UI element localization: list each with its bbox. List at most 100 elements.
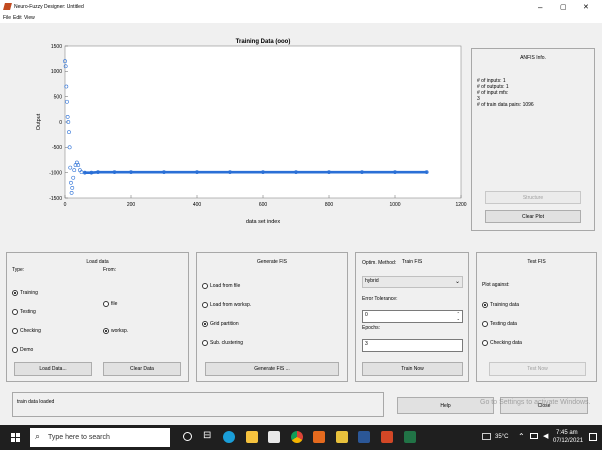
radio-load-from-file[interactable]: Load from file bbox=[202, 283, 240, 289]
network-icon[interactable] bbox=[530, 433, 538, 439]
minimize-button[interactable]: – bbox=[538, 3, 542, 12]
y-tick-label: -500 bbox=[52, 145, 62, 151]
plot-axes-area bbox=[64, 45, 462, 199]
test-fis-panel: Test FIS Plot against: Training data Tes… bbox=[476, 252, 597, 382]
optim-method-value: hybrid bbox=[365, 278, 379, 284]
clear-plot-button[interactable]: Clear Plot bbox=[485, 210, 581, 223]
x-tick-label: 800 bbox=[325, 202, 334, 208]
test-fis-title: Test FIS bbox=[524, 259, 549, 265]
activation-watermark: Go to Settings to activate Windows. bbox=[480, 399, 591, 406]
radio-load-from-workspace[interactable]: Load from worksp. bbox=[202, 302, 251, 308]
radio-label: Training data bbox=[490, 302, 519, 308]
radio-checking[interactable]: Checking bbox=[12, 328, 41, 334]
anfis-pairs: # of train data pairs: 1096 bbox=[477, 102, 534, 108]
radio-label: Training bbox=[20, 290, 38, 296]
load-data-title: Load data bbox=[83, 259, 112, 265]
radio-demo[interactable]: Demo bbox=[12, 347, 33, 353]
error-tolerance-value: 0 bbox=[365, 312, 368, 318]
file-explorer-icon[interactable] bbox=[246, 431, 258, 443]
matlab-icon[interactable] bbox=[313, 431, 325, 443]
chrome-icon[interactable] bbox=[291, 431, 303, 443]
x-tick-label: 200 bbox=[127, 202, 136, 208]
train-fis-panel: Train FIS Optim. Method: hybrid ⌄ Error … bbox=[355, 252, 469, 382]
radio-label: Load from file bbox=[210, 283, 241, 289]
radio-circle bbox=[12, 347, 18, 353]
epochs-value: 3 bbox=[365, 341, 368, 347]
taskbar-date: 07/12/2021 bbox=[553, 438, 584, 444]
generate-fis-button[interactable]: Generate FIS ... bbox=[205, 362, 339, 376]
weather-icon[interactable] bbox=[482, 433, 491, 440]
taskbar-time: 7:45 am bbox=[556, 430, 578, 436]
radio-circle bbox=[12, 309, 18, 315]
radio-testing[interactable]: Testing bbox=[12, 309, 36, 315]
task-view-icon[interactable]: ⊟ bbox=[203, 430, 211, 441]
excel-icon[interactable] bbox=[404, 431, 416, 443]
tray-chevron-up-icon[interactable]: ⌃ bbox=[518, 432, 525, 441]
anfis-info-panel: ANFIS Info. # of inputs: 1 # of outputs:… bbox=[471, 48, 595, 231]
epochs-label: Epochs: bbox=[362, 325, 381, 331]
x-tick-label: 0 bbox=[64, 202, 67, 208]
x-tick-label: 600 bbox=[259, 202, 268, 208]
error-tolerance-label: Error Tolerance: bbox=[362, 296, 398, 302]
radio-label: Testing bbox=[20, 309, 36, 315]
y-tick-label: 500 bbox=[54, 94, 63, 100]
radio-training-data[interactable]: Training data bbox=[482, 302, 519, 308]
powerpoint-icon[interactable] bbox=[381, 431, 393, 443]
load-data-panel: Load data Type: From: Training Testing C… bbox=[6, 252, 189, 382]
radio-grid-partition[interactable]: Grid partition bbox=[202, 321, 239, 327]
radio-label: Checking bbox=[20, 328, 41, 334]
plot-xlabel: data set index bbox=[246, 219, 280, 225]
y-tick-label: -1500 bbox=[49, 196, 62, 202]
maximize-button[interactable]: ▢ bbox=[560, 3, 567, 11]
spinner-icon[interactable]: ⌃ ⌄ bbox=[457, 311, 460, 321]
anfis-info-title: ANFIS Info. bbox=[517, 55, 549, 61]
radio-circle bbox=[103, 328, 109, 334]
radio-circle bbox=[202, 340, 208, 346]
taskbar-search-box[interactable]: ⌕ Type here to search bbox=[30, 428, 170, 447]
radio-label: Testing data bbox=[490, 321, 517, 327]
menu-edit[interactable]: Edit bbox=[13, 16, 22, 21]
structure-button[interactable]: Structure bbox=[485, 191, 581, 204]
radio-circle bbox=[202, 321, 208, 327]
y-tick-label: 0 bbox=[59, 120, 62, 126]
train-fis-title: Train FIS bbox=[398, 259, 426, 265]
from-label: From: bbox=[103, 267, 117, 273]
optim-method-select[interactable]: hybrid ⌄ bbox=[362, 276, 463, 288]
close-button[interactable]: ✕ bbox=[583, 3, 589, 11]
x-tick-label: 1200 bbox=[455, 202, 466, 208]
radio-training[interactable]: Training bbox=[12, 290, 38, 296]
speaker-icon[interactable]: ◀ bbox=[543, 432, 548, 440]
plot-title: Training Data (ooo) bbox=[236, 39, 291, 45]
epochs-input[interactable]: 3 bbox=[362, 339, 463, 352]
test-now-button[interactable]: Test Now bbox=[489, 362, 586, 376]
optim-method-label: Optim. Method: bbox=[362, 260, 397, 266]
anfis-mfs-label: # of input mfs: bbox=[477, 90, 509, 96]
status-box: train data loaded bbox=[12, 392, 384, 417]
menu-view[interactable]: View bbox=[24, 16, 35, 21]
error-tolerance-input[interactable]: 0 ⌃ ⌄ bbox=[362, 310, 463, 323]
generate-fis-title: Generate FIS bbox=[253, 259, 290, 265]
radio-circle bbox=[482, 340, 488, 346]
windows-start-icon[interactable] bbox=[11, 433, 20, 442]
y-tick-label: 1000 bbox=[51, 69, 62, 75]
radio-workspace[interactable]: worksp. bbox=[103, 328, 128, 334]
matlab-app-icon bbox=[3, 3, 12, 10]
edge-icon[interactable] bbox=[223, 431, 235, 443]
train-now-button[interactable]: Train Now bbox=[362, 362, 463, 376]
radio-testing-data[interactable]: Testing data bbox=[482, 321, 517, 327]
cortana-icon[interactable] bbox=[183, 432, 192, 441]
menu-file[interactable]: File bbox=[3, 16, 11, 21]
clear-data-button[interactable]: Clear Data bbox=[103, 362, 181, 376]
store-icon[interactable] bbox=[268, 431, 280, 443]
radio-file[interactable]: file bbox=[103, 301, 117, 307]
notification-icon[interactable] bbox=[589, 433, 597, 441]
load-data-button[interactable]: Load Data... bbox=[14, 362, 92, 376]
y-tick-label: 1500 bbox=[51, 44, 62, 50]
y-tick-label: -1000 bbox=[49, 170, 62, 176]
word-icon[interactable] bbox=[358, 431, 370, 443]
radio-checking-data[interactable]: Checking data bbox=[482, 340, 522, 346]
radio-sub-clustering[interactable]: Sub. clustering bbox=[202, 340, 243, 346]
radio-label: worksp. bbox=[111, 328, 129, 334]
taskbar-temperature: 35°C bbox=[495, 434, 509, 440]
office-icon[interactable] bbox=[336, 431, 348, 443]
